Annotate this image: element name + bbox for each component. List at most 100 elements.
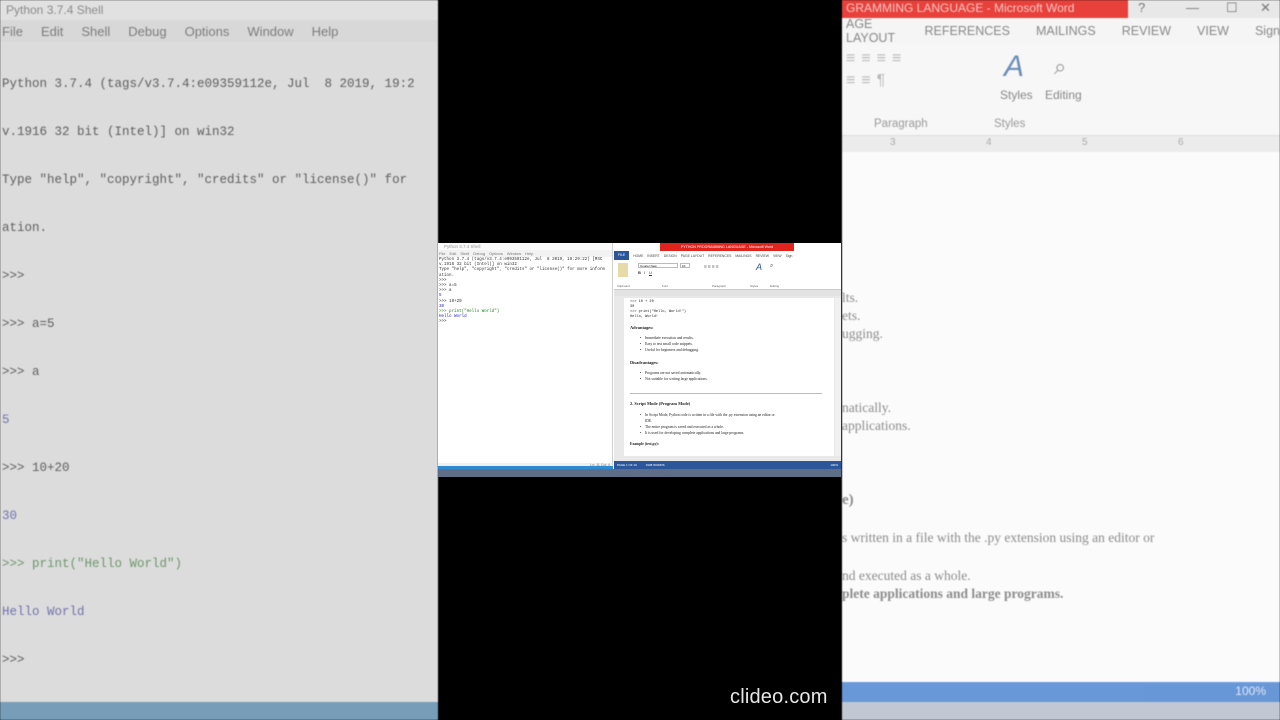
bg-shell-line: >>> 10+20 <box>2 461 70 475</box>
bg-word-title: GRAMMING LANGUAGE - Microsoft Word <box>842 0 1128 18</box>
bg-idle-menu: File Edit Shell Debug Options Window Hel… <box>0 20 438 42</box>
list-item: Useful for beginners and debugging. <box>640 348 699 352</box>
word-document-page[interactable]: >>> 10 + 20 30 >>> print("Hello, World!"… <box>624 298 834 456</box>
active-window-indicator <box>438 466 613 469</box>
styles-group-label: Styles <box>994 118 1026 130</box>
shell-line: >>> <box>439 278 450 283</box>
shell-line: >>> a <box>439 289 452 294</box>
word-ruler <box>614 290 841 296</box>
doc-code: Hello, World! <box>630 315 659 319</box>
idle-shell-window: Python 3.7.4 Shell File Edit Shell Debug… <box>438 243 613 469</box>
zoom-level: 100% <box>830 463 838 467</box>
tab-file[interactable]: FILE <box>614 251 630 260</box>
tab-review[interactable]: REVIEW <box>756 254 769 258</box>
bg-taskbar <box>0 702 438 720</box>
shell-line: Hello World <box>439 315 467 320</box>
tab-home[interactable]: HOME <box>633 254 643 258</box>
group-styles: Styles <box>750 284 759 288</box>
shading-icons: ≡≡¶ <box>846 72 892 89</box>
bg-shell-line: ation. <box>2 221 48 235</box>
ruler-tick: 6 <box>1178 137 1184 148</box>
tab-page-layout[interactable]: PAGE LAYOUT <box>681 254 704 258</box>
clideo-watermark: clideo.com <box>730 686 828 708</box>
font-size-box[interactable]: 10 <box>680 263 690 268</box>
menu-debug[interactable]: Debug <box>473 250 485 257</box>
ruler-tick: 4 <box>986 137 992 148</box>
word-titlebar: PYTHON PROGRAMMING LANGUAGE - Microsoft … <box>614 243 841 251</box>
bg-shell-line: v.1916 32 bit (Intel)] on win32 <box>2 125 235 139</box>
menu-options[interactable]: Options <box>489 250 503 257</box>
bg-word-tabs: AGE LAYOUT REFERENCES MAILINGS REVIEW VI… <box>842 17 1280 45</box>
horizontal-rule <box>630 393 822 394</box>
editing-icon[interactable]: ⌕ <box>770 263 773 270</box>
bg-menu-help: Help <box>311 23 339 39</box>
bold-icon[interactable]: B <box>638 270 641 275</box>
close-icon: ✕ <box>1260 0 1271 15</box>
tab-insert[interactable]: INSERT <box>647 254 659 258</box>
bg-doc-line: plete applications and large programs. <box>842 586 1064 601</box>
tab-design[interactable]: DESIGN <box>664 254 677 258</box>
group-font: Font <box>662 284 669 288</box>
bg-menu-shell: Shell <box>81 23 111 39</box>
tab-references[interactable]: REFERENCES <box>708 254 731 258</box>
bg-shell-line: 5 <box>2 413 10 427</box>
idle-shell-output[interactable]: Python 3.7.4 (tags/v3.7.4:e09359112e, Ju… <box>438 257 612 327</box>
bg-tab-references: REFERENCES <box>924 24 1010 38</box>
bg-tab-page-layout: AGE LAYOUT <box>846 17 896 45</box>
menu-file[interactable]: File <box>439 250 445 257</box>
tab-view[interactable]: VIEW <box>773 254 782 258</box>
word-scrollbar[interactable] <box>835 298 841 456</box>
bg-word-ribbon: ≡≡≡≡ ≡≡¶ A Styles ⌕ Editing Paragraph St… <box>842 44 1280 136</box>
menu-edit[interactable]: Edit <box>449 250 456 257</box>
bg-taskbar <box>842 702 1280 720</box>
bg-shell-line: Type "help", "copyright", "credits" or "… <box>2 173 408 187</box>
list-item: The entire program is saved and executed… <box>640 425 724 429</box>
bg-menu-edit: Edit <box>40 23 64 39</box>
paragraph-group-label: Paragraph <box>874 118 928 130</box>
bg-shell-line: >>> print("Hello World") <box>2 557 183 571</box>
word-count: 1908 WORDS <box>645 463 665 467</box>
list-item: Not suitable for writing large applicati… <box>640 377 708 381</box>
list-item: Programs are not saved automatically. <box>640 371 701 375</box>
shell-line: ation. <box>439 273 455 278</box>
shell-line: v.1916 32 bit (Intel)] on win32 <box>439 263 517 268</box>
paste-icon[interactable] <box>618 263 628 277</box>
styles-icon[interactable]: A <box>756 262 762 272</box>
group-paragraph: Paragraph <box>712 284 727 288</box>
underline-icon[interactable]: U <box>649 270 652 275</box>
word-title: PYTHON PROGRAMMING LANGUAGE - Microsoft … <box>660 243 794 251</box>
bg-shell-line: >>> a <box>2 365 40 379</box>
doc-code: 30 <box>630 305 635 309</box>
bg-shell-line: >>> a=5 <box>2 317 55 331</box>
word-window: PYTHON PROGRAMMING LANGUAGE - Microsoft … <box>614 243 841 469</box>
shell-line: Python 3.7.4 (tags/v3.7.4:e09359112e, Ju… <box>439 258 603 262</box>
help-icon: ? <box>1138 0 1146 15</box>
bg-shell-line: >>> <box>2 653 33 667</box>
list-item-continuation: IDE. <box>645 419 653 423</box>
tab-sign[interactable]: Sign <box>786 254 793 258</box>
example-label: Example (test.py): <box>630 442 659 446</box>
menu-window[interactable]: Window <box>507 250 521 257</box>
italic-icon[interactable]: I <box>644 270 645 275</box>
paragraph-icons[interactable]: ≡≡≡≡ <box>704 264 720 270</box>
font-name-box[interactable]: Courier New <box>638 263 678 268</box>
bg-doc-line: s written in a file with the .py extensi… <box>842 530 1155 545</box>
align-icons: ≡≡≡≡ <box>846 50 908 67</box>
menu-shell[interactable]: Shell <box>460 250 469 257</box>
bg-ruler: 3 4 5 6 <box>842 136 1280 152</box>
tab-mailings[interactable]: MAILINGS <box>735 254 751 258</box>
disadvantages-heading: Disadvantages: <box>630 360 659 365</box>
ruler-tick: 5 <box>1082 137 1088 148</box>
bg-tab-mailings: MAILINGS <box>1035 24 1096 38</box>
bg-word-titlebar: GRAMMING LANGUAGE - Microsoft Word ? — ☐… <box>842 0 1280 18</box>
group-editing: Editing <box>770 284 780 288</box>
windows-taskbar <box>438 466 841 477</box>
word-ribbon: Courier New 10 B I U ≡≡≡≡ A ⌕ Clipboard … <box>614 260 841 290</box>
list-item: It is used for developing complete appli… <box>640 431 744 435</box>
menu-help[interactable]: Help <box>525 250 533 257</box>
bg-doc-line: applications. <box>842 418 911 433</box>
bg-doc-line: ugging. <box>842 326 883 341</box>
idle-title: Python 3.7.4 Shell <box>438 243 612 250</box>
word-ribbon-tabs: FILE HOME INSERT DESIGN PAGE LAYOUT REFE… <box>614 251 841 260</box>
shell-line: >>> print("Hello World") <box>439 310 500 315</box>
